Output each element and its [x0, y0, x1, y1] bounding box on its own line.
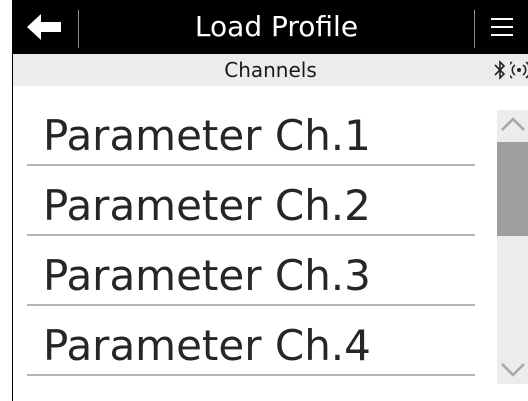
- list-item-channel-4[interactable]: Parameter Ch.4: [27, 306, 475, 376]
- scroll-down-button[interactable]: [497, 356, 528, 384]
- list-item-label: Parameter Ch.1: [43, 111, 371, 160]
- chevron-up-icon: [501, 117, 525, 131]
- list-item-label: Parameter Ch.2: [43, 181, 371, 230]
- header-bar: Load Profile: [13, 0, 528, 54]
- device-screen: Load Profile Channels Parameter Ch.1 Par…: [12, 0, 528, 401]
- hamburger-menu-icon: [491, 18, 513, 36]
- arrow-left-icon: [27, 14, 61, 40]
- scrollbar[interactable]: [497, 110, 528, 384]
- back-button[interactable]: [13, 0, 77, 54]
- page-title: Load Profile: [194, 10, 359, 43]
- bluetooth-icon: [494, 60, 506, 80]
- list-item-channel-3[interactable]: Parameter Ch.3: [27, 236, 475, 306]
- scroll-up-button[interactable]: [497, 110, 528, 138]
- chevron-down-icon: [501, 363, 525, 377]
- status-icons: [494, 58, 528, 82]
- subheader-bar: Channels: [13, 54, 528, 86]
- list-item-channel-2[interactable]: Parameter Ch.2: [27, 166, 475, 236]
- list-item-label: Parameter Ch.3: [43, 251, 371, 300]
- channel-list: Parameter Ch.1 Parameter Ch.2 Parameter …: [27, 96, 475, 376]
- list-item-channel-1[interactable]: Parameter Ch.1: [27, 96, 475, 166]
- list-item-label: Parameter Ch.4: [43, 321, 371, 370]
- section-title: Channels: [224, 58, 317, 82]
- header-divider-right: [474, 10, 475, 48]
- menu-button[interactable]: [476, 0, 528, 54]
- wireless-signal-icon: [510, 61, 528, 79]
- scrollbar-thumb[interactable]: [497, 142, 528, 236]
